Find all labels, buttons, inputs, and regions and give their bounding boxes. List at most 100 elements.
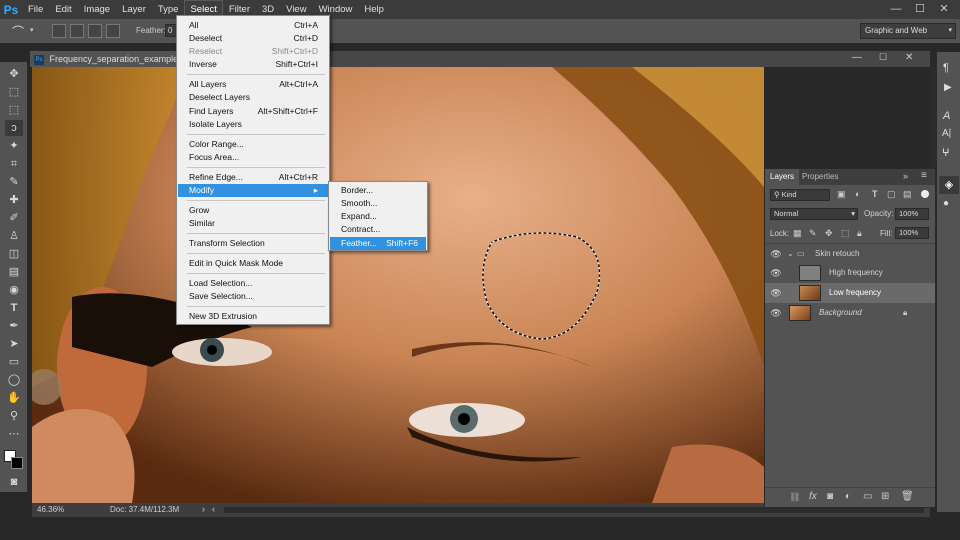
filter-toggle-icon[interactable]	[921, 190, 929, 198]
artboard-tool-icon[interactable]: ⬚	[5, 84, 23, 100]
intersect-selection-icon[interactable]	[106, 24, 120, 38]
play-icon[interactable]: ▶	[944, 82, 952, 93]
image-canvas[interactable]	[32, 67, 764, 503]
ellipse-tool-icon[interactable]: ◯	[5, 372, 23, 388]
visibility-eye-icon[interactable]: 👁︎	[770, 244, 782, 264]
paragraph-style-icon[interactable]: A|	[942, 128, 951, 139]
menu-item-smooth[interactable]: Smooth...	[330, 197, 426, 210]
menu-item-save-selection[interactable]: Save Selection...	[178, 290, 328, 303]
visibility-eye-icon[interactable]: 👁︎	[770, 303, 782, 323]
new-group-icon[interactable]: ▭	[863, 491, 872, 502]
filter-smart-object-icon[interactable]: ▤	[903, 189, 912, 200]
visibility-eye-icon[interactable]: 👁︎	[770, 263, 782, 283]
rectangle-tool-icon[interactable]: ▭	[5, 354, 23, 370]
crop-tool-icon[interactable]: ⌗	[5, 156, 23, 172]
menu-item-find-layers[interactable]: Find Layers Alt+Shift+Ctrl+F	[178, 105, 328, 118]
adjustment-layer-icon[interactable]: ◐	[845, 491, 851, 502]
paragraph-icon[interactable]: ¶	[943, 62, 949, 74]
eyedropper-icon[interactable]: ✎	[5, 174, 23, 190]
collapse-icon[interactable]: »	[903, 171, 908, 181]
menu-item-quick-mask[interactable]: Edit in Quick Mask Mode	[178, 257, 328, 270]
add-selection-icon[interactable]	[70, 24, 84, 38]
doc-close-icon[interactable]: ✕	[905, 52, 913, 63]
menu-item-deselect-layers[interactable]: Deselect Layers	[178, 91, 328, 104]
path-select-icon[interactable]: ➤	[5, 336, 23, 352]
opacity-input[interactable]: 100%	[895, 208, 929, 220]
menu-item-focus-area[interactable]: Focus Area...	[178, 151, 328, 164]
lock-image-icon[interactable]: ✎	[809, 228, 817, 239]
menu-image[interactable]: Image	[78, 0, 116, 19]
lock-transparent-icon[interactable]: ▦	[793, 228, 802, 239]
chevron-right-icon[interactable]: ›	[202, 504, 205, 514]
lasso-tool-icon[interactable]: ⌒	[12, 23, 28, 39]
maximize-icon[interactable]: ☐	[908, 0, 932, 19]
filter-adjustment-icon[interactable]: ◐	[855, 189, 860, 199]
link-layers-icon[interactable]: ⛓	[789, 492, 800, 503]
move-tool-icon[interactable]: ✥	[5, 66, 23, 82]
menu-item-grow[interactable]: Grow	[178, 204, 328, 217]
character-icon[interactable]: A	[943, 110, 950, 122]
doc-minimize-icon[interactable]: —	[852, 52, 862, 63]
filter-shape-icon[interactable]: ▢	[887, 189, 896, 200]
tab-layers[interactable]: Layers	[765, 169, 800, 185]
chevron-down-icon[interactable]: ⌄	[787, 244, 794, 264]
stamp-tool-icon[interactable]: ♙	[5, 228, 23, 244]
magic-wand-icon[interactable]: ✦	[5, 138, 23, 154]
tab-properties[interactable]: Properties	[797, 169, 843, 185]
menu-item-transform-selection[interactable]: Transform Selection	[178, 237, 328, 250]
menu-item-contract[interactable]: Contract...	[330, 223, 426, 236]
fx-icon[interactable]: fx	[809, 491, 817, 502]
workspace-select[interactable]: Graphic and Web ▾	[860, 23, 956, 39]
menu-item-border[interactable]: Border...	[330, 184, 426, 197]
zoom-tool-icon[interactable]: ⚲	[5, 408, 23, 424]
menu-item-inverse[interactable]: Inverse Shift+Ctrl+I	[178, 58, 328, 71]
menu-item-color-range[interactable]: Color Range...	[178, 138, 328, 151]
lock-all-icon[interactable]: 🔒︎	[857, 228, 862, 239]
filter-type-icon[interactable]: T	[872, 189, 878, 199]
eraser-tool-icon[interactable]: ◫	[5, 246, 23, 262]
type-tool-icon[interactable]: T	[5, 300, 23, 316]
menu-item-load-selection[interactable]: Load Selection...	[178, 277, 328, 290]
subtract-selection-icon[interactable]	[88, 24, 102, 38]
healing-brush-icon[interactable]: ✚	[5, 192, 23, 208]
menu-item-refine-edge[interactable]: Refine Edge... Alt+Ctrl+R	[178, 171, 328, 184]
lasso-tool-icon[interactable]: ↄ	[5, 120, 23, 136]
layer-row-background[interactable]: 👁︎ Background 🔒︎	[765, 303, 935, 323]
channels-icon[interactable]: ●	[943, 198, 949, 209]
menu-item-all[interactable]: All Ctrl+A	[178, 19, 328, 32]
pen-tool-icon[interactable]: ✒	[5, 318, 23, 334]
minimize-icon[interactable]: —	[884, 0, 908, 19]
filter-kind-select[interactable]: ⚲ Kind	[770, 189, 830, 201]
brush-tool-icon[interactable]: ✐	[5, 210, 23, 226]
menu-file[interactable]: File	[22, 0, 49, 19]
new-selection-icon[interactable]	[52, 24, 66, 38]
blur-tool-icon[interactable]: ◉	[5, 282, 23, 298]
menu-item-modify[interactable]: Modify ▸	[178, 184, 328, 197]
visibility-eye-icon[interactable]: 👁︎	[770, 283, 782, 303]
quick-mask-icon[interactable]: ◙	[5, 474, 23, 490]
hand-tool-icon[interactable]: ✋	[5, 390, 23, 406]
filter-pixel-icon[interactable]: ▣	[837, 189, 846, 200]
tool-presets-icon[interactable]: ⵖ	[942, 148, 950, 159]
delete-layer-icon[interactable]: 🗑︎	[901, 491, 914, 502]
fill-input[interactable]: 100%	[895, 227, 929, 239]
menu-item-isolate-layers[interactable]: Isolate Layers	[178, 118, 328, 131]
layer-row-high-frequency[interactable]: 👁︎ High frequency	[765, 263, 935, 283]
layer-row-group[interactable]: 👁︎ ⌄ ▭ Skin retouch	[765, 243, 935, 263]
menu-item-all-layers[interactable]: All Layers Alt+Ctrl+A	[178, 78, 328, 91]
gradient-tool-icon[interactable]: ▤	[5, 264, 23, 280]
menu-item-3d-extrusion[interactable]: New 3D Extrusion	[178, 310, 328, 323]
menu-help[interactable]: Help	[358, 0, 390, 19]
lock-position-icon[interactable]: ✥	[825, 228, 833, 239]
layer-row-low-frequency[interactable]: 👁︎ Low frequency	[765, 283, 935, 303]
zoom-level[interactable]: 46.36%	[37, 505, 64, 514]
background-color-swatch[interactable]	[11, 457, 23, 469]
layers-icon[interactable]: ◈	[939, 176, 959, 194]
menu-item-feather[interactable]: Feather... Shift+F6	[330, 237, 426, 250]
menu-layer[interactable]: Layer	[116, 0, 152, 19]
blend-mode-select[interactable]: Normal ▾	[770, 208, 858, 220]
doc-maximize-icon[interactable]: ☐	[879, 52, 887, 63]
menu-item-similar[interactable]: Similar	[178, 217, 328, 230]
new-layer-icon[interactable]: ⊞	[881, 491, 889, 502]
menu-item-expand[interactable]: Expand...	[330, 210, 426, 223]
